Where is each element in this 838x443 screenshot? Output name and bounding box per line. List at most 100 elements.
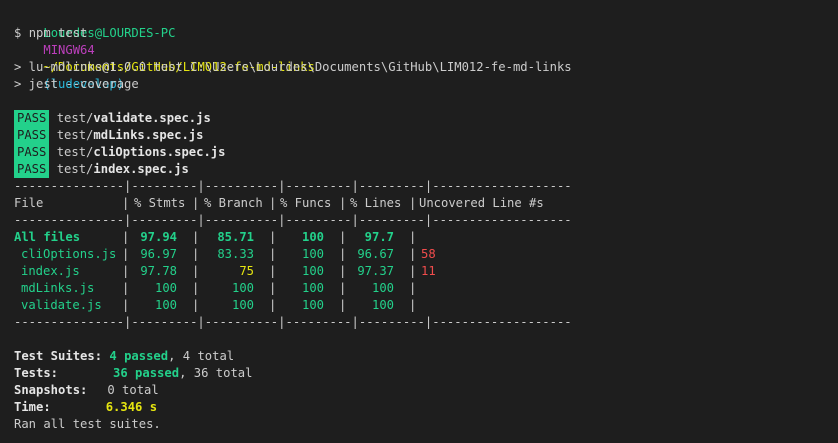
header-branch: % Branch bbox=[204, 196, 263, 210]
tests-total: , 36 total bbox=[179, 366, 253, 380]
coverage-file: All files bbox=[14, 230, 81, 244]
coverage-row: mdLinks.js | 100 | 100 | 100 | 100 | bbox=[14, 280, 554, 297]
col-divider: | bbox=[122, 264, 130, 278]
test-dir: test/ bbox=[56, 111, 94, 125]
pass-badge: PASS bbox=[14, 161, 50, 178]
coverage-lines: 97.7 bbox=[364, 230, 394, 244]
col-divider: | bbox=[339, 196, 347, 210]
table-header-row: File | % Stmts | % Branch | % Funcs | % … bbox=[14, 195, 554, 212]
prompt-shell: MINGW64 bbox=[43, 43, 95, 57]
col-divider: | bbox=[409, 298, 417, 312]
test-file: mdLinks.spec.js bbox=[93, 128, 204, 142]
col-divider: | bbox=[409, 281, 417, 295]
coverage-funcs: 100 bbox=[301, 230, 324, 244]
header-funcs: % Funcs bbox=[280, 196, 332, 210]
test-result-row: PASS test/cliOptions.spec.js bbox=[14, 144, 225, 161]
coverage-row: index.js | 97.78 | 75 | 100 | 97.37 | 11 bbox=[14, 263, 554, 280]
test-result-row: PASS test/mdLinks.spec.js bbox=[14, 127, 203, 144]
col-divider: | bbox=[339, 281, 347, 295]
coverage-lines: 100 bbox=[371, 281, 394, 295]
coverage-stmts: 100 bbox=[154, 298, 177, 312]
time-value: 6.346 s bbox=[105, 400, 158, 414]
suites-label: Test Suites: bbox=[14, 349, 103, 363]
col-divider: | bbox=[409, 264, 417, 278]
header-stmts: % Stmts bbox=[134, 196, 186, 210]
summary-suites: Test Suites: 4 passed, 4 total bbox=[14, 348, 234, 365]
col-divider: | bbox=[192, 281, 200, 295]
tests-passed: 36 passed bbox=[113, 366, 180, 380]
col-divider: | bbox=[339, 230, 347, 244]
coverage-stmts: 100 bbox=[154, 281, 177, 295]
coverage-lines: 96.67 bbox=[357, 247, 394, 261]
col-divider: | bbox=[192, 298, 200, 312]
col-divider: | bbox=[269, 264, 277, 278]
test-file: index.spec.js bbox=[93, 162, 189, 176]
coverage-stmts: 97.94 bbox=[140, 230, 177, 244]
coverage-file: mdLinks.js bbox=[21, 281, 95, 295]
header-uncovered: Uncovered Line #s bbox=[419, 196, 544, 210]
summary-time: Time: 6.346 s bbox=[14, 399, 157, 416]
test-dir: test/ bbox=[56, 145, 94, 159]
coverage-uncovered: 11 bbox=[421, 264, 436, 278]
col-divider: | bbox=[192, 247, 200, 261]
time-label: Time: bbox=[14, 400, 51, 414]
pass-badge: PASS bbox=[14, 110, 50, 127]
test-file: validate.spec.js bbox=[93, 111, 211, 125]
col-divider: | bbox=[122, 281, 130, 295]
col-divider: | bbox=[409, 196, 417, 210]
coverage-stmts: 96.97 bbox=[140, 247, 177, 261]
suites-total: , 4 total bbox=[168, 349, 235, 363]
coverage-funcs: 100 bbox=[301, 281, 324, 295]
col-divider: | bbox=[409, 247, 417, 261]
coverage-lines: 100 bbox=[371, 298, 394, 312]
col-divider: | bbox=[122, 298, 130, 312]
test-dir: test/ bbox=[56, 128, 94, 142]
coverage-branch: 100 bbox=[231, 298, 254, 312]
col-divider: | bbox=[269, 281, 277, 295]
col-divider: | bbox=[339, 298, 347, 312]
header-lines: % Lines bbox=[350, 196, 402, 210]
jest-command-line: > jest --coverage bbox=[14, 77, 139, 91]
summary-final: Ran all test suites. bbox=[14, 417, 161, 431]
test-result-row: PASS test/validate.spec.js bbox=[14, 110, 211, 127]
test-result-row: PASS test/index.spec.js bbox=[14, 161, 189, 178]
snapshots-value: 0 total bbox=[107, 383, 159, 397]
col-divider: | bbox=[122, 247, 130, 261]
coverage-stmts: 97.78 bbox=[140, 264, 177, 278]
coverage-file: cliOptions.js bbox=[21, 247, 117, 261]
coverage-file: validate.js bbox=[21, 298, 102, 312]
summary-tests: Tests: 36 passed, 36 total bbox=[14, 365, 252, 382]
coverage-branch: 83.33 bbox=[217, 247, 254, 261]
pass-badge: PASS bbox=[14, 127, 50, 144]
command-line: $ npm test bbox=[14, 25, 87, 42]
col-divider: | bbox=[192, 264, 200, 278]
prompt-line: Lourdes@LOURDES-PC MINGW64 ~/Documents/G… bbox=[14, 8, 315, 91]
snapshots-label: Snapshots: bbox=[14, 383, 88, 397]
coverage-funcs: 100 bbox=[301, 247, 324, 261]
terminal-window[interactable]: Lourdes@LOURDES-PC MINGW64 ~/Documents/G… bbox=[0, 0, 838, 443]
coverage-branch: 100 bbox=[231, 281, 254, 295]
col-divider: | bbox=[339, 264, 347, 278]
table-separator-header: ---------------|---------|----------|---… bbox=[14, 213, 572, 227]
coverage-uncovered: 58 bbox=[421, 247, 436, 261]
col-divider: | bbox=[269, 247, 277, 261]
summary-snapshots: Snapshots: 0 total bbox=[14, 382, 159, 399]
col-divider: | bbox=[409, 230, 417, 244]
npm-script-line: > lu-mdlinks@1.0.0 test C:\Users\Lourdes… bbox=[14, 60, 572, 74]
tests-label: Tests: bbox=[14, 366, 59, 380]
coverage-funcs: 100 bbox=[301, 298, 324, 312]
coverage-file: index.js bbox=[21, 264, 80, 278]
col-divider: | bbox=[122, 230, 130, 244]
table-separator-top: ---------------|---------|----------|---… bbox=[14, 179, 572, 193]
coverage-row: validate.js | 100 | 100 | 100 | 100 | bbox=[14, 297, 554, 314]
test-dir: test/ bbox=[56, 162, 94, 176]
col-divider: | bbox=[192, 230, 200, 244]
col-divider: | bbox=[122, 196, 130, 210]
pass-badge: PASS bbox=[14, 144, 50, 161]
coverage-row: All files | 97.94 | 85.71 | 100 | 97.7 | bbox=[14, 229, 554, 246]
coverage-row: cliOptions.js | 96.97 | 83.33 | 100 | 96.67 | 58 bbox=[14, 246, 554, 263]
header-file: File bbox=[14, 196, 44, 210]
command-text: npm test bbox=[28, 26, 88, 40]
suites-passed: 4 passed bbox=[109, 349, 169, 363]
test-file: cliOptions.spec.js bbox=[93, 145, 226, 159]
